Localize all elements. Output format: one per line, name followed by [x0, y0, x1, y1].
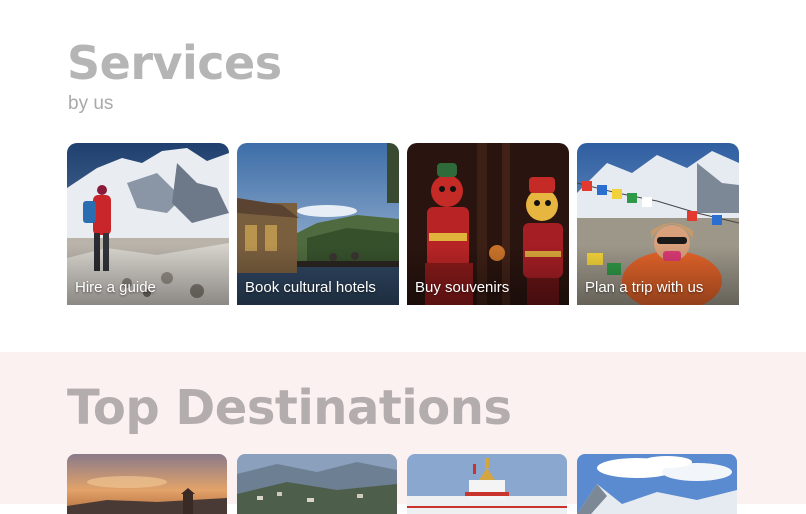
- destinations-section: Top Destinations: [0, 352, 806, 514]
- service-card-label: Book cultural hotels: [245, 279, 376, 296]
- card-shade: [67, 245, 229, 305]
- service-card-book-hotels[interactable]: Book cultural hotels: [237, 143, 399, 305]
- services-section: Services by us Hire a guide Book cultura…: [0, 0, 806, 352]
- card-shade: [237, 245, 399, 305]
- destination-card[interactable]: [237, 454, 397, 514]
- services-subtitle: by us: [68, 93, 114, 114]
- service-card-buy-souvenirs[interactable]: Buy souvenirs: [407, 143, 569, 305]
- destination-cards: [67, 454, 737, 514]
- service-card-label: Buy souvenirs: [415, 279, 510, 296]
- card-shade: [407, 245, 569, 305]
- sunset-temple-image: [67, 454, 227, 514]
- destination-card[interactable]: [407, 454, 567, 514]
- white-stupa-image: [407, 454, 567, 514]
- services-title: Services: [67, 36, 282, 90]
- destination-card[interactable]: [577, 454, 737, 514]
- service-card-hire-guide[interactable]: Hire a guide: [67, 143, 229, 305]
- service-card-label: Plan a trip with us: [585, 279, 704, 296]
- destinations-title: Top Destinations: [67, 380, 512, 436]
- service-card-plan-trip[interactable]: Plan a trip with us: [577, 143, 739, 305]
- destination-card[interactable]: [67, 454, 227, 514]
- services-cards: Hire a guide Book cultural hotels Buy so…: [67, 143, 739, 305]
- card-shade: [577, 245, 739, 305]
- service-card-label: Hire a guide: [75, 279, 156, 296]
- hill-town-image: [237, 454, 397, 514]
- snowy-peaks-image: [577, 454, 737, 514]
